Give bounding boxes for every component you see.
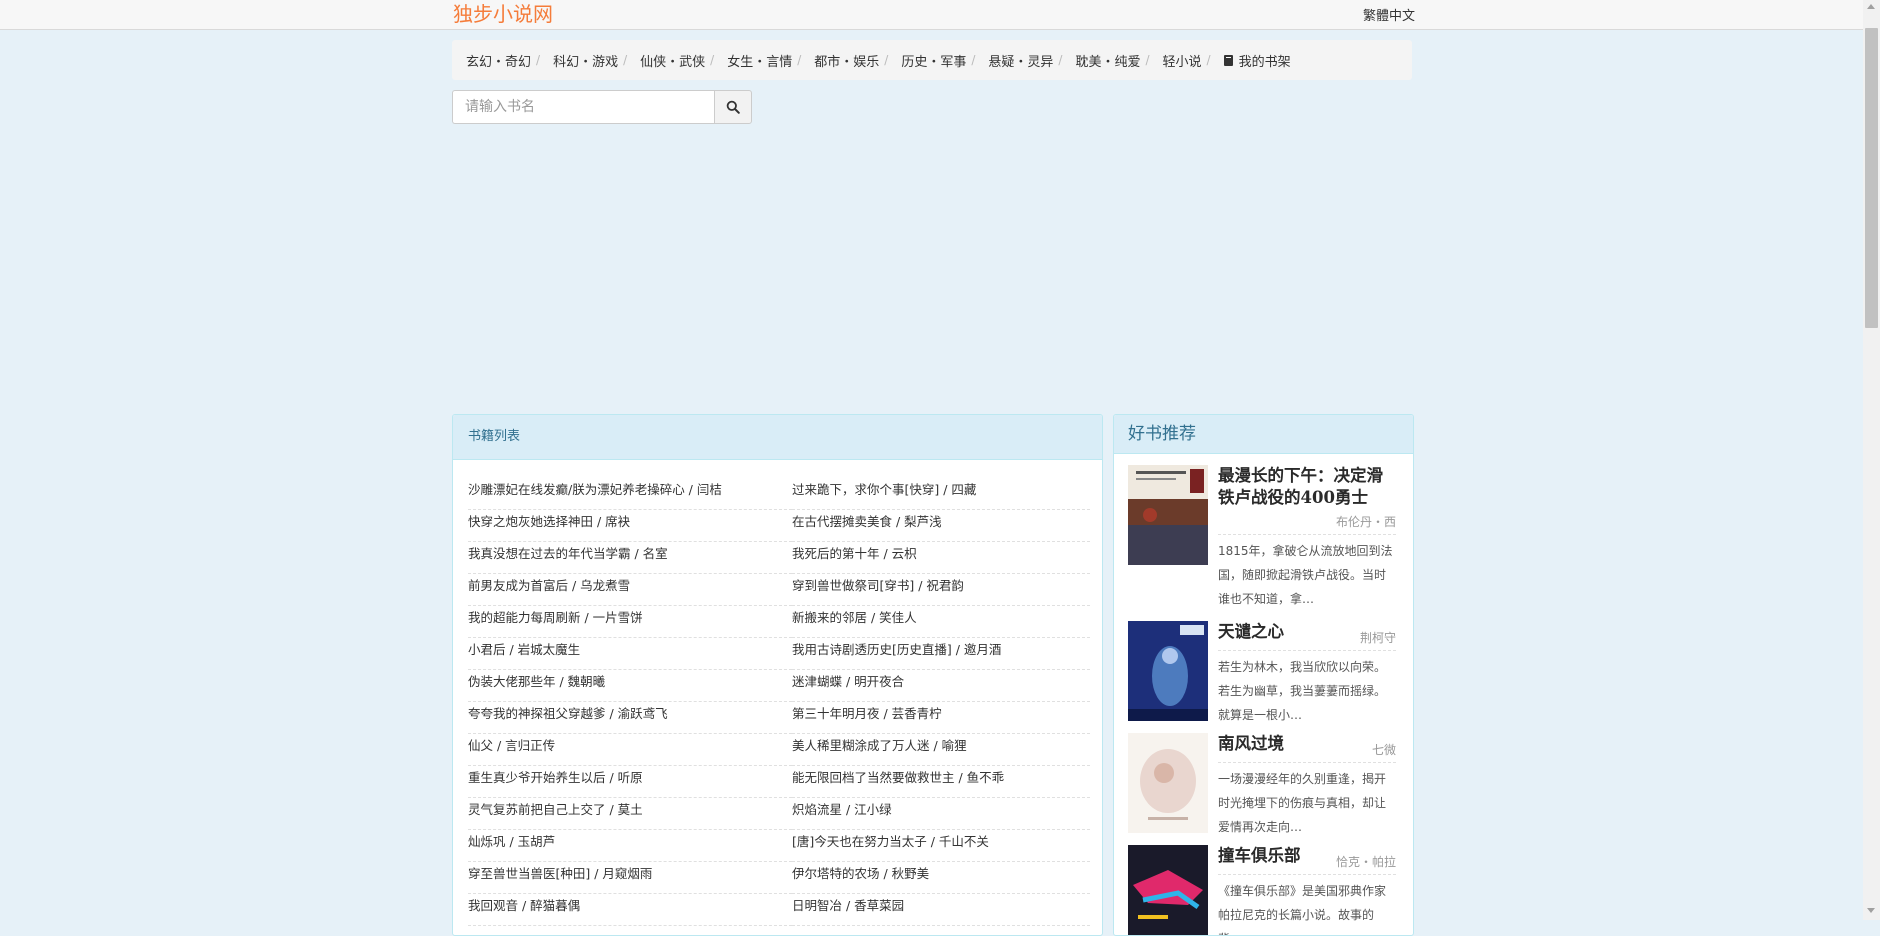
book-cover[interactable] [1128,733,1208,833]
book-list-item[interactable]: 我的超能力每周刷新 / 一片雪饼 [468,606,792,638]
category-nav: 玄幻・奇幻 / 科幻・游戏 / 仙侠・武侠 / 女生・言情 / 都市・娱乐 / 历史・军事… [452,40,1412,80]
nav-item-mystery[interactable]: 悬疑・灵异 / [988,51,1075,70]
recommendation-title: 好书推荐 [1114,415,1413,454]
book-list-item[interactable]: 我用古诗剧透历史[历史直播] / 邀月酒 [792,638,1090,670]
nav-item-romance[interactable]: 女生・言情 / [727,51,814,70]
rec-description: 一场漫漫经年的久别重逢，揭开时光掩埋下的伤痕与真相，却让爱情再次走向… [1218,772,1387,834]
top-bar: 独步小说网 繁體中文 [0,0,1880,30]
book-list-item[interactable]: 能无限回档了当然要做救世主 / 鱼不乖 [792,766,1090,798]
nav-separator: / [971,53,976,67]
scroll-thumb[interactable] [1865,28,1878,328]
book-list-item[interactable]: 我死后的第十年 / 云枳 [792,542,1090,574]
site-logo[interactable]: 独步小说网 [453,1,553,27]
rec-description: 《撞车俱乐部》是美国邪典作家帕拉尼克的长篇小说。故事的背… [1218,884,1387,935]
nav-item-scifi[interactable]: 科幻・游戏 / [553,51,640,70]
nav-separator: / [710,53,715,67]
book-list-item[interactable]: 灵气复苏前把自己上交了 / 莫土 [468,798,792,830]
book-icon [1223,54,1233,66]
rec-description: 1815年，拿破仑从流放地回到法国，随即掀起滑铁卢战役。当时谁也不知道，拿… [1218,544,1393,606]
nav-separator: / [1145,53,1150,67]
nav-separator: / [623,53,628,67]
book-list-item[interactable]: 灿烁巩 / 玉胡芦 [468,830,792,862]
book-list-item[interactable]: 前男友成为首富后 / 乌龙煮雪 [468,574,792,606]
language-toggle[interactable]: 繁體中文 [1363,5,1415,24]
recommendation-panel: 好书推荐 最漫长的下午：决定滑铁卢战役的400勇士 布伦丹・西 1815年，拿破… [1113,414,1414,936]
nav-separator: / [797,53,802,67]
book-list-item[interactable]: 迷津蝴蝶 / 明开夜合 [792,670,1090,702]
page-scrollbar[interactable] [1863,0,1880,920]
book-list-item[interactable]: 在古代摆摊卖美食 / 梨芦浅 [792,510,1090,542]
book-list-item[interactable]: 第三十年明月夜 / 芸香青柠 [792,702,1090,734]
nav-separator: / [1058,53,1063,67]
book-list-item[interactable]: 炽焰流星 / 江小绿 [792,798,1090,830]
book-list-item[interactable]: 穿至兽世当兽医[种田] / 月窥烟雨 [468,862,792,894]
book-list-item[interactable]: 日明智冶 / 香草菜园 [792,894,1090,926]
book-list-title: 书籍列表 [453,415,1102,460]
book-list: 沙雕漂妃在线发癫/朕为漂妃养老操碎心 / 闫桔 过来跪下，求你个事[快穿] / 四… [468,478,1090,926]
nav-item-history[interactable]: 历史・军事 / [901,51,988,70]
book-list-item[interactable]: 我真没想在过去的年代当学霸 / 名室 [468,542,792,574]
rec-author: 荆柯守 [1355,629,1396,646]
scroll-up-icon[interactable] [1867,4,1875,9]
rec-title[interactable]: 天谴之心 [1218,621,1284,643]
book-list-item[interactable]: 穿到兽世做祭司[穿书] / 祝君韵 [792,574,1090,606]
book-list-panel: 书籍列表 沙雕漂妃在线发癫/朕为漂妃养老操碎心 / 闫桔 过来跪下，求你个事[快穿… [452,414,1103,936]
nav-item-fantasy[interactable]: 玄幻・奇幻 / [466,51,553,70]
search-bar [452,90,752,124]
nav-separator: / [536,53,541,67]
rec-author: 恰克・帕拉 [1331,853,1396,870]
book-list-item[interactable]: 新搬来的邻居 / 笑佳人 [792,606,1090,638]
nav-item-xianxia[interactable]: 仙侠・武侠 / [640,51,727,70]
book-list-item[interactable]: 快穿之炮灰她选择神田 / 席袂 [468,510,792,542]
nav-item-light-novel[interactable]: 轻小说 / [1163,51,1224,70]
rec-title[interactable]: 最漫长的下午：决定滑铁卢战役的400勇士 [1218,465,1396,509]
book-list-item[interactable]: 我回观音 / 醉猫暮偶 [468,894,792,926]
nav-item-urban[interactable]: 都市・娱乐 / [814,51,901,70]
search-button[interactable] [714,90,752,124]
book-list-item[interactable]: 伊尔塔特的农场 / 秋野美 [792,862,1090,894]
book-list-item[interactable]: 小君后 / 岩城太魔生 [468,638,792,670]
book-list-item[interactable]: 夸夸我的神探祖父穿越爹 / 渝跃鸢飞 [468,702,792,734]
book-cover[interactable] [1128,621,1208,721]
book-list-item[interactable]: 伪装大佬那些年 / 魏朝曦 [468,670,792,702]
book-list-item[interactable]: [唐]今天也在努力当太子 / 千山不关 [792,830,1090,862]
search-icon [726,100,740,114]
book-cover[interactable] [1128,465,1208,565]
book-list-item[interactable]: 仙父 / 言归正传 [468,734,792,766]
book-list-item[interactable]: 过来跪下，求你个事[快穿] / 四藏 [792,478,1090,510]
nav-separator: / [884,53,889,67]
rec-title[interactable]: 南风过境 [1218,733,1284,755]
rec-author: 七微 [1367,741,1396,758]
nav-item-bookshelf[interactable]: 我的书架 [1223,51,1291,70]
book-list-item[interactable]: 沙雕漂妃在线发癫/朕为漂妃养老操碎心 / 闫桔 [468,478,792,510]
nav-separator: / [1206,53,1211,67]
rec-author: 布伦丹・西 [1331,513,1396,530]
scroll-down-icon[interactable] [1867,908,1875,913]
book-list-item[interactable]: 美人稀里糊涂成了万人迷 / 喻狸 [792,734,1090,766]
nav-item-danmei[interactable]: 耽美・纯爱 / [1075,51,1162,70]
book-cover[interactable] [1128,845,1208,935]
rec-title[interactable]: 撞车俱乐部 [1218,845,1301,867]
rec-description: 若生为林木，我当欣欣以向荣。若生为幽草，我当萋萋而摇绿。就算是一根小… [1218,660,1387,722]
book-list-item[interactable]: 重生真少爷开始养生以后 / 听原 [468,766,792,798]
search-input[interactable] [452,90,714,124]
